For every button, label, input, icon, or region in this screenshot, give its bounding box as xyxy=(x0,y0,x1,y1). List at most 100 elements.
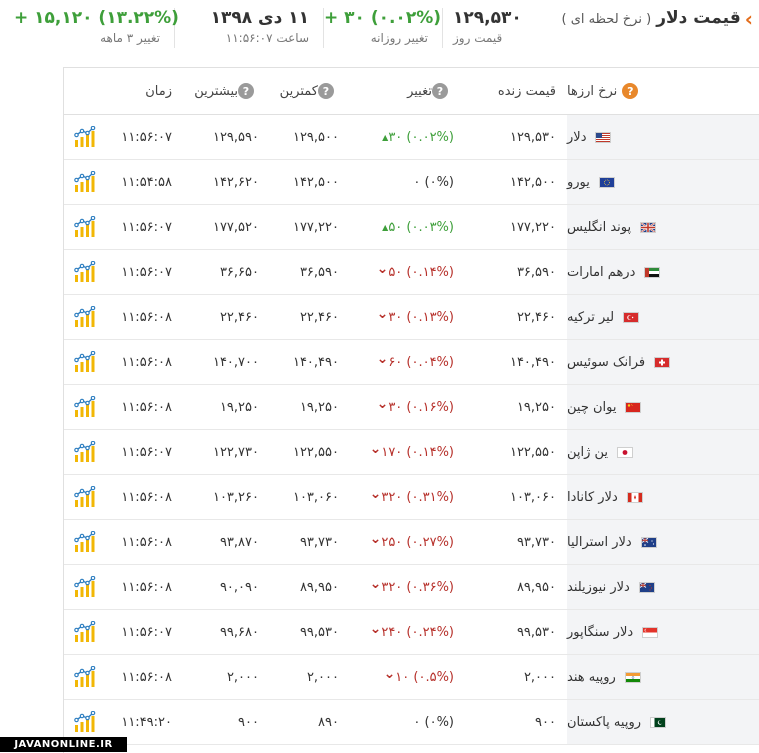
flag-icon-nz xyxy=(638,581,655,593)
min-price: ۸۹۰ xyxy=(318,714,339,730)
max-price: ۱۴۲,۶۲۰ xyxy=(212,174,259,190)
live-price: ۸۹,۹۵۰ xyxy=(516,579,556,595)
currency-name-cell[interactable]: دلار استرالیا xyxy=(567,520,759,564)
currency-name-cell[interactable]: یوان چین xyxy=(567,385,759,429)
table-row[interactable]: ین ژاپن ۱۲۲,۵۵۰ ⌄ ۱۷۰ (۰.۱۴%) ۱۲۲,۵۵۰ ۱۲۲,۷۳۰… xyxy=(64,430,759,475)
chevron-down-icon: ⌄ xyxy=(369,486,382,502)
chart-icon[interactable] xyxy=(72,250,98,294)
table-row[interactable]: روپیه پاکستان ۹۰۰ ۰ (۰%) ۸۹۰ ۹۰۰ ۱۱:۴۹:۲۰ xyxy=(64,700,759,745)
max-price: ۲,۰۰۰ xyxy=(226,669,259,685)
currency-name: فرانک سوئیس xyxy=(567,354,646,370)
help-icon[interactable]: ? xyxy=(318,83,334,99)
table-row[interactable]: درهم امارات ۳۶,۵۹۰ ⌄ ۵۰ (۰.۱۴%) ۳۶,۵۹۰ ۳۶,۶۵۰… xyxy=(64,250,759,295)
price-change-value: ۱۷۰ (۰.۱۴%) xyxy=(381,444,454,460)
min-price: ۱۴۰,۴۹۰ xyxy=(292,354,339,370)
price-change: ⌄ ۵۰ (۰.۱۴%) xyxy=(342,250,454,294)
currency-name: دلار نیوزیلند xyxy=(567,579,630,595)
chart-icon[interactable] xyxy=(72,385,98,429)
table-row[interactable]: دلار ۱۲۹,۵۳۰ ▲ ۳۰ (۰.۰۲%) ۱۲۹,۵۰۰ ۱۲۹,۵۹۰ ۱۱:۵… xyxy=(64,115,759,160)
max-price: ۱۲۹,۵۹۰ xyxy=(212,129,259,145)
help-icon[interactable]: ? xyxy=(622,83,639,99)
three-month-change-label: تغییر ۳ ماهه xyxy=(100,31,160,45)
table-row[interactable]: روپیه هند ۲,۰۰۰ ⌄ ۱۰ (۰.۵%) ۲,۰۰۰ ۲,۰۰۰ ۱۱:۵۶:… xyxy=(64,655,759,700)
price-change: ▲ ۵۰ (۰.۰۳%) xyxy=(342,205,454,249)
price-change: ⌄ ۱۰ (۰.۵%) xyxy=(342,655,454,699)
chevron-down-icon: ⌄ xyxy=(369,621,382,637)
flag-icon-us xyxy=(595,131,612,143)
currency-name-cell[interactable]: دلار کانادا xyxy=(567,475,759,519)
price-change-value: ۲۴۰ (۰.۲۴%) xyxy=(381,624,454,640)
currency-name-cell[interactable]: روپیه هند xyxy=(567,655,759,699)
table-row[interactable]: دلار استرالیا ۹۳,۷۳۰ ⌄ ۲۵۰ (۰.۲۷%) ۹۳,۷۳۰ ۹۳,… xyxy=(64,520,759,565)
currency-name: درهم امارات xyxy=(567,264,636,280)
currency-name-cell[interactable]: لیر ترکیه xyxy=(567,295,759,339)
currency-name-cell[interactable]: ین ژاپن xyxy=(567,430,759,474)
live-price: ۱۴۲,۵۰۰ xyxy=(509,174,556,190)
price-change: ⌄ ۳۰ (۰.۱۳%) xyxy=(342,295,454,339)
currency-name-cell[interactable]: دلار نیوزیلند xyxy=(567,565,759,609)
table-row[interactable]: یورو ۱۴۲,۵۰۰ ۰ (۰%) ۱۴۲,۵۰۰ ۱۴۲,۶۲۰ ۱۱:۵۴:۵۸ xyxy=(64,160,759,205)
live-price: ۱۴۰,۴۹۰ xyxy=(509,354,556,370)
table-row[interactable]: یوان چین ۱۹,۲۵۰ ⌄ ۳۰ (۰.۱۶%) ۱۹,۲۵۰ ۱۹,۲۵۰ ۱۱:… xyxy=(64,385,759,430)
price-change: ⌄ ۳۲۰ (۰.۳۱%) xyxy=(342,475,454,519)
min-price: ۲,۰۰۰ xyxy=(306,669,339,685)
chevron-down-icon: ⌄ xyxy=(376,396,389,412)
min-price: ۱۷۷,۲۲۰ xyxy=(292,219,339,235)
flag-icon-ch xyxy=(654,356,671,368)
price-header: › قیمت دلار ( نرخ لحظه ای ) ۱۲۹,۵۳۰ قیمت… xyxy=(0,0,759,58)
help-icon[interactable]: ? xyxy=(432,83,448,99)
chart-icon[interactable] xyxy=(72,475,98,519)
currency-name: ین ژاپن xyxy=(567,444,609,460)
table-row[interactable]: دلار کانادا ۱۰۳,۰۶۰ ⌄ ۳۲۰ (۰.۳۱%) ۱۰۳,۰۶۰ ۱۰۳… xyxy=(64,475,759,520)
chart-icon[interactable] xyxy=(72,340,98,384)
table-row[interactable]: لیر ترکیه ۲۲,۴۶۰ ⌄ ۳۰ (۰.۱۳%) ۲۲,۴۶۰ ۲۲,۴۶۰ ۱۱… xyxy=(64,295,759,340)
min-price: ۸۹,۹۵۰ xyxy=(299,579,339,595)
header-title-block: › قیمت دلار ( نرخ لحظه ای ) ۱۲۹,۵۳۰ قیمت… xyxy=(443,0,753,54)
chart-icon[interactable] xyxy=(72,430,98,474)
chart-icon[interactable] xyxy=(72,205,98,249)
currency-name: یوان چین xyxy=(567,399,617,415)
chart-icon[interactable] xyxy=(72,295,98,339)
price-change-value: ۲۵۰ (۰.۲۷%) xyxy=(381,534,454,550)
price-change-value: ۰ (۰%) xyxy=(413,714,454,730)
chart-icon[interactable] xyxy=(72,565,98,609)
price-change-value: ۱۰ (۰.۵%) xyxy=(395,669,454,685)
table-row[interactable]: دلار سنگاپور ۹۹,۵۳۰ ⌄ ۲۴۰ (۰.۲۴%) ۹۹,۵۳۰ ۹۹,۶… xyxy=(64,610,759,655)
chevron-right-icon[interactable]: › xyxy=(745,8,753,30)
min-price: ۱۰۳,۰۶۰ xyxy=(292,489,339,505)
price-change: ۰ (۰%) xyxy=(342,700,454,744)
min-price: ۱۴۲,۵۰۰ xyxy=(292,174,339,190)
live-price: ۹۳,۷۳۰ xyxy=(516,534,556,550)
currency-name-cell[interactable]: روپیه پاکستان xyxy=(567,700,759,744)
chart-icon[interactable] xyxy=(72,520,98,564)
currency-name-cell[interactable]: یورو xyxy=(567,160,759,204)
currency-name: دلار xyxy=(567,129,587,145)
table-row[interactable]: پوند انگلیس ۱۷۷,۲۲۰ ▲ ۵۰ (۰.۰۳%) ۱۷۷,۲۲۰ ۱۷۷,… xyxy=(64,205,759,250)
currency-name-cell[interactable]: دلار xyxy=(567,115,759,159)
currency-name: لیر ترکیه xyxy=(567,309,615,325)
live-price: ۲,۰۰۰ xyxy=(523,669,556,685)
currency-name: روپیه پاکستان xyxy=(567,714,641,730)
chart-icon[interactable] xyxy=(72,655,98,699)
flag-icon-in xyxy=(624,671,641,683)
currency-name-cell[interactable]: فرانک سوئیس xyxy=(567,340,759,384)
current-price: ۱۲۹,۵۳۰ xyxy=(453,8,522,28)
max-price: ۲۲,۴۶۰ xyxy=(219,309,259,325)
chevron-down-icon: ⌄ xyxy=(376,306,389,322)
table-row[interactable]: دلار نیوزیلند ۸۹,۹۵۰ ⌄ ۳۲۰ (۰.۳۶%) ۸۹,۹۵۰ ۹۰,… xyxy=(64,565,759,610)
currency-name-cell[interactable]: پوند انگلیس xyxy=(567,205,759,249)
header-date: ۱۱ دی ۱۳۹۸ xyxy=(210,8,309,28)
chart-icon[interactable] xyxy=(72,115,98,159)
update-time: ۱۱:۵۶:۰۸ xyxy=(121,489,172,505)
help-icon[interactable]: ? xyxy=(238,83,254,99)
max-price: ۹۰۰ xyxy=(238,714,259,730)
chart-icon[interactable] xyxy=(72,610,98,654)
currency-name-cell[interactable]: درهم امارات xyxy=(567,250,759,294)
chart-icon[interactable] xyxy=(72,160,98,204)
table-row[interactable]: فرانک سوئیس ۱۴۰,۴۹۰ ⌄ ۶۰ (۰.۰۴%) ۱۴۰,۴۹۰ ۱۴۰,… xyxy=(64,340,759,385)
live-price: ۱۷۷,۲۲۰ xyxy=(509,219,556,235)
column-header-min: کمترین ? xyxy=(264,68,339,114)
update-time: ۱۱:۵۶:۰۸ xyxy=(121,579,172,595)
flag-icon-jp xyxy=(617,446,634,458)
currency-name-cell[interactable]: دلار سنگاپور xyxy=(567,610,759,654)
